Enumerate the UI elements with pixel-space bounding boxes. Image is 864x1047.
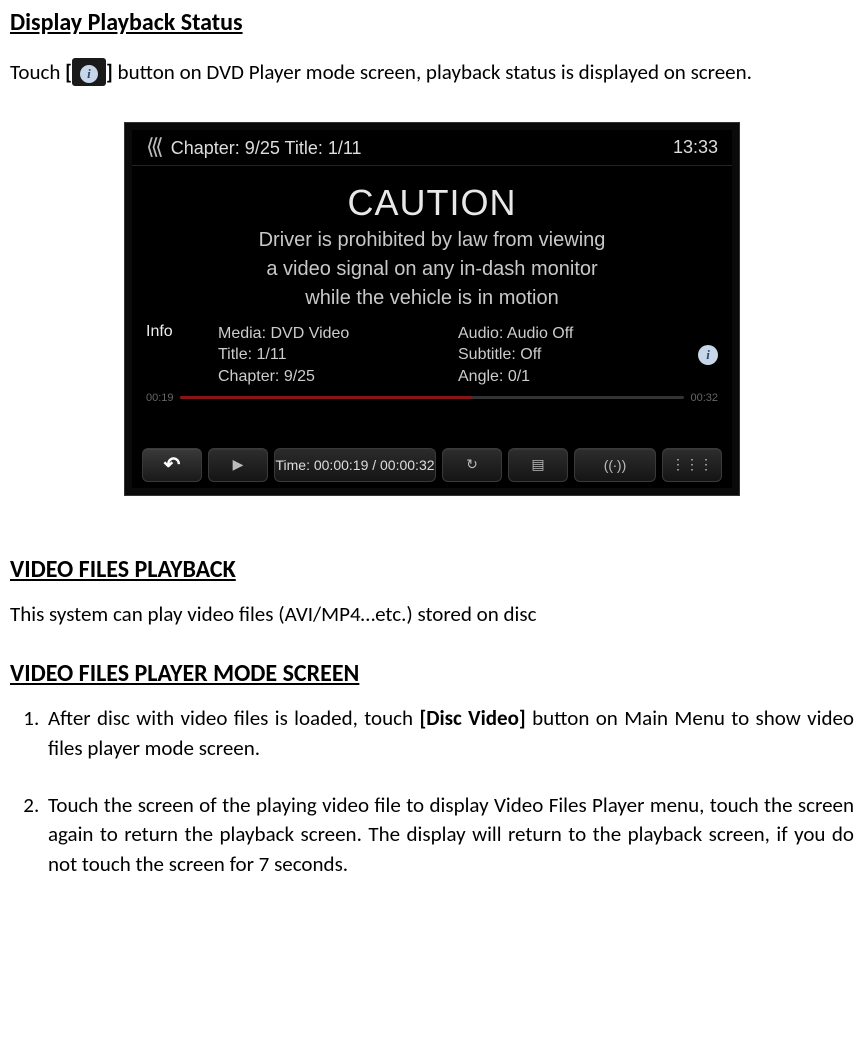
controls-row: ↶ ▶ Time: 00:00:19 / 00:00:32 ↻ ▤ ((∙)) … [132, 448, 732, 482]
intro-paragraph: Touch [i] button on DVD Player mode scre… [10, 53, 854, 93]
info-row: Info Media: DVD Video Title: 1/11 Chapte… [132, 321, 732, 390]
step-1: After disc with video files is loaded, t… [44, 704, 854, 763]
keypad-button[interactable]: ⋮⋮⋮ [662, 448, 722, 482]
text-touch-pre: Touch [10, 59, 65, 85]
caution-block: CAUTION Driver is prohibited by law from… [132, 166, 732, 321]
info-col-left: Media: DVD Video Title: 1/11 Chapter: 9/… [218, 323, 446, 388]
device-screenshot: ⟨⟨⟨ Chapter: 9/25 Title: 1/11 13:33 CAUT… [125, 123, 739, 495]
step-1-pre: After disc with video files is loaded, t… [48, 705, 419, 731]
heading-display-playback-status: Display Playback Status [10, 8, 854, 37]
caution-line-3: while the vehicle is in motion [162, 286, 702, 311]
repeat-button[interactable]: ↻ [442, 448, 502, 482]
info-label: Info [146, 323, 206, 341]
progress-fill [180, 396, 473, 399]
clock: 13:33 [673, 137, 718, 158]
status-bar-left: ⟨⟨⟨ Chapter: 9/25 Title: 1/11 [146, 134, 362, 160]
text-touch-post: button on DVD Player mode screen, playba… [113, 59, 752, 85]
steps-list: After disc with video files is loaded, t… [10, 704, 854, 879]
step-2: Touch the screen of the playing video fi… [44, 791, 854, 879]
info-audio: Audio: Audio Off [458, 323, 686, 345]
progress-total: 00:32 [690, 392, 718, 404]
info-subtitle: Subtitle: Off [458, 344, 686, 366]
info-button-icon: i [72, 58, 106, 86]
step-1-bold: [Disc Video] [419, 705, 525, 731]
status-bar: ⟨⟨⟨ Chapter: 9/25 Title: 1/11 13:33 [132, 130, 732, 166]
info-media: Media: DVD Video [218, 323, 446, 345]
caution-line-1: Driver is prohibited by law from viewing [162, 228, 702, 253]
heading-video-files-playback: VIDEO FILES PLAYBACK [10, 555, 854, 584]
caution-line-2: a video signal on any in-dash monitor [162, 257, 702, 282]
back-chevrons-icon[interactable]: ⟨⟨⟨ [146, 134, 160, 159]
info-angle: Angle: 0/1 [458, 366, 686, 388]
info-title: Title: 1/11 [218, 344, 446, 366]
info-col-right: Audio: Audio Off Subtitle: Off Angle: 0/… [458, 323, 686, 388]
bracket-close: ] [106, 59, 113, 85]
video-files-playback-body: This system can play video files (AVI/MP… [10, 600, 854, 629]
chapter-title-readout: Chapter: 9/25 Title: 1/11 [171, 138, 362, 158]
bracket-open: [ [65, 59, 72, 85]
progress-bar[interactable] [180, 396, 685, 399]
time-readout: Time: 00:00:19 / 00:00:32 [274, 448, 436, 482]
info-chapter: Chapter: 9/25 [218, 366, 446, 388]
heading-video-files-player-mode: VIDEO FILES PLAYER MODE SCREEN [10, 659, 854, 688]
info-icon[interactable]: i [698, 345, 718, 365]
progress-elapsed: 00:19 [146, 392, 174, 404]
list-button[interactable]: ▤ [508, 448, 568, 482]
caution-title: CAUTION [162, 182, 702, 224]
audio-button[interactable]: ((∙)) [574, 448, 656, 482]
play-button[interactable]: ▶ [208, 448, 268, 482]
back-button[interactable]: ↶ [142, 448, 202, 482]
progress-row: 00:19 00:32 [132, 390, 732, 404]
